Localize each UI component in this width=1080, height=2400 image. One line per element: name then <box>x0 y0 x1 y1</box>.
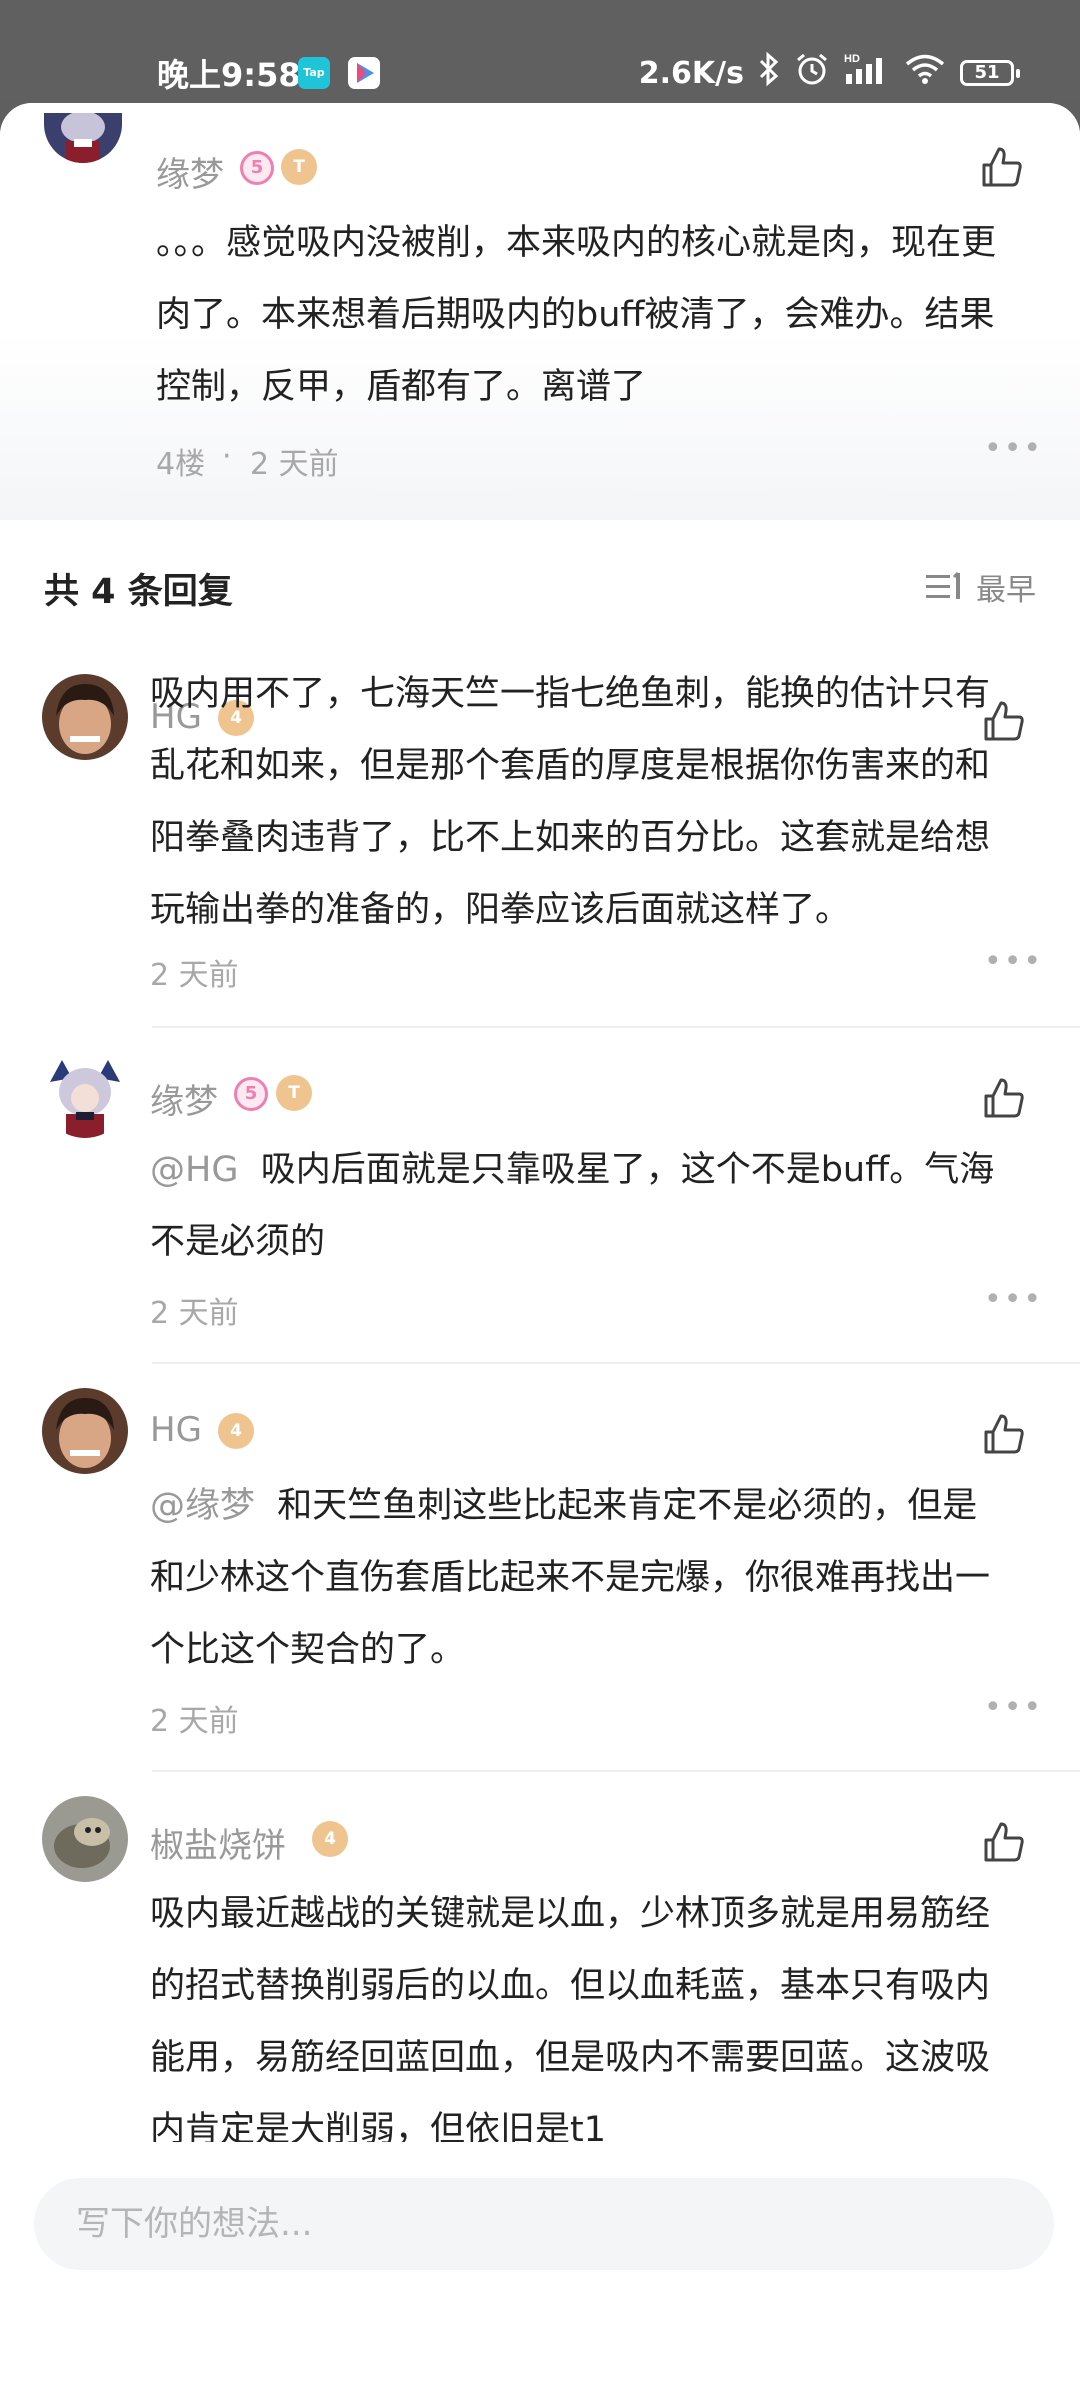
like-icon[interactable] <box>982 1076 1026 1120</box>
sort-icon <box>926 571 960 599</box>
avatar[interactable] <box>42 1052 128 1138</box>
reply-text: @缘梦 和天竺鱼刺这些比起来肯定不是必须的，但是 和少林这个直伤套盾比起来不是完… <box>150 1470 990 1686</box>
title-badge-icon: T <box>276 1075 312 1111</box>
reply-text: 吸内最近越战的关键就是以血，少林顶多就是用易筋经 的招式替换削弱后的以血。但以血… <box>150 1878 990 2166</box>
username[interactable]: HG <box>150 1410 202 1450</box>
status-bar: 晚上9:58 Tap 2.6K/s HD 51 <box>0 0 1080 100</box>
tap-app-icon: Tap <box>298 57 330 89</box>
username[interactable]: 缘梦 <box>150 1074 218 1123</box>
reply-line: 能用，易筋经回蓝回血，但是吸内不需要回蓝。这波吸 <box>150 2038 991 2078</box>
level-badge: 4 <box>218 1413 254 1449</box>
bluetooth-icon <box>758 51 780 94</box>
more-options-icon[interactable]: ••• <box>984 1690 1043 1725</box>
signal-icon: HD <box>844 52 890 94</box>
reply-text: @HG 吸内后面就是只靠吸星了，这个不是buff。气海 不是必须的 <box>150 1134 994 1278</box>
divider <box>152 1362 1080 1364</box>
divider <box>152 1026 1080 1028</box>
reply-line: 不是必须的 <box>150 1222 326 1262</box>
hd-label: HD <box>844 53 860 65</box>
reply-time: 2 天前 <box>150 1296 239 1331</box>
comment-line: 控制，反甲，盾都有了。离谱了 <box>156 367 647 407</box>
mention-link[interactable]: @HG <box>150 1150 238 1190</box>
title-badge-icon: T <box>281 149 317 185</box>
reply-line: @HG 吸内后面就是只靠吸星了，这个不是buff。气海 <box>150 1134 994 1206</box>
reply-line: 的招式替换削弱后的以血。但以血耗蓝，基本只有吸内 <box>150 1966 991 2006</box>
reply-text: 吸内用不了，七海天竺一指七绝鱼刺，能换的估计只有 乱花和如来，但是那个套盾的厚度… <box>150 658 990 946</box>
reply-line: @缘梦 和天竺鱼刺这些比起来肯定不是必须的，但是 <box>150 1470 990 1542</box>
mention-link[interactable]: @缘梦 <box>150 1486 255 1526</box>
reply-line-text: 吸内后面就是只靠吸星了，这个不是buff。气海 <box>260 1150 995 1190</box>
divider <box>152 1770 1080 1772</box>
reply-line: 吸内用不了，七海天竺一指七绝鱼刺，能换的估计只有 <box>150 674 991 714</box>
avatar[interactable] <box>44 113 122 163</box>
like-icon[interactable] <box>982 1412 1026 1456</box>
comment-input-bar: 写下你的想法... <box>0 2142 1080 2297</box>
reply-line: 和少林这个直伤套盾比起来不是完爆，你很难再找出一 <box>150 1558 991 1598</box>
more-options-icon[interactable]: ••• <box>984 1282 1043 1317</box>
reply-time: 2 天前 <box>150 1704 239 1739</box>
reply-line: 吸内最近越战的关键就是以血，少林顶多就是用易筋经 <box>150 1894 991 1934</box>
alarm-icon <box>794 52 830 94</box>
floor-number: 4楼 <box>156 447 206 482</box>
username[interactable]: 椒盐烧饼 <box>150 1818 286 1867</box>
status-time: 晚上9:58 <box>157 56 301 94</box>
sort-button[interactable]: 最早 <box>926 565 1036 609</box>
level-badge: 5 <box>234 1077 268 1111</box>
play-app-icon <box>348 57 380 89</box>
level-badge: 5 <box>240 151 274 185</box>
battery-icon: 51 <box>960 60 1020 86</box>
reply-line: 阳拳叠肉违背了，比不上如来的百分比。这套就是给想 <box>150 818 991 858</box>
sort-label: 最早 <box>976 573 1036 608</box>
reply-line: 玩输出拳的准备的，阳拳应该后面就这样了。 <box>150 890 851 930</box>
comment-text: 。。。感觉吸内没被削，本来吸内的核心就是肉，现在更 肉了。本来想着后期吸内的bu… <box>156 207 996 423</box>
avatar[interactable] <box>42 1796 128 1882</box>
status-right: 2.6K/s HD 51 <box>638 51 1020 94</box>
avatar[interactable] <box>42 674 128 760</box>
reply-line: 个比这个契合的了。 <box>150 1630 466 1670</box>
more-options-icon[interactable]: ••• <box>984 431 1043 466</box>
wifi-icon <box>904 53 946 93</box>
reply-count: 共 4 条回复 <box>44 572 233 612</box>
username[interactable]: 缘梦 <box>156 147 224 196</box>
meta-separator: · <box>222 439 232 474</box>
comment-input[interactable]: 写下你的想法... <box>34 2178 1054 2270</box>
reply-line-text: 和天竺鱼刺这些比起来肯定不是必须的，但是 <box>277 1486 978 1526</box>
comment-time: 2 天前 <box>250 447 339 482</box>
reply-time: 2 天前 <box>150 958 239 993</box>
network-speed: 2.6K/s <box>638 55 744 91</box>
more-options-icon[interactable]: ••• <box>984 944 1043 979</box>
reply-line: 乱花和如来，但是那个套盾的厚度是根据你伤害来的和 <box>150 746 991 786</box>
comment-line: 。。。感觉吸内没被削，本来吸内的核心就是肉，现在更 <box>156 223 997 263</box>
avatar[interactable] <box>42 1388 128 1474</box>
like-icon[interactable] <box>980 145 1024 189</box>
level-badge: 4 <box>312 1821 348 1857</box>
like-icon[interactable] <box>982 1820 1026 1864</box>
main-comment: 缘梦 5 T 。。。感觉吸内没被削，本来吸内的核心就是肉，现在更 肉了。本来想着… <box>0 103 1080 520</box>
comment-line: 肉了。本来想着后期吸内的buff被清了，会难办。结果 <box>156 295 995 335</box>
